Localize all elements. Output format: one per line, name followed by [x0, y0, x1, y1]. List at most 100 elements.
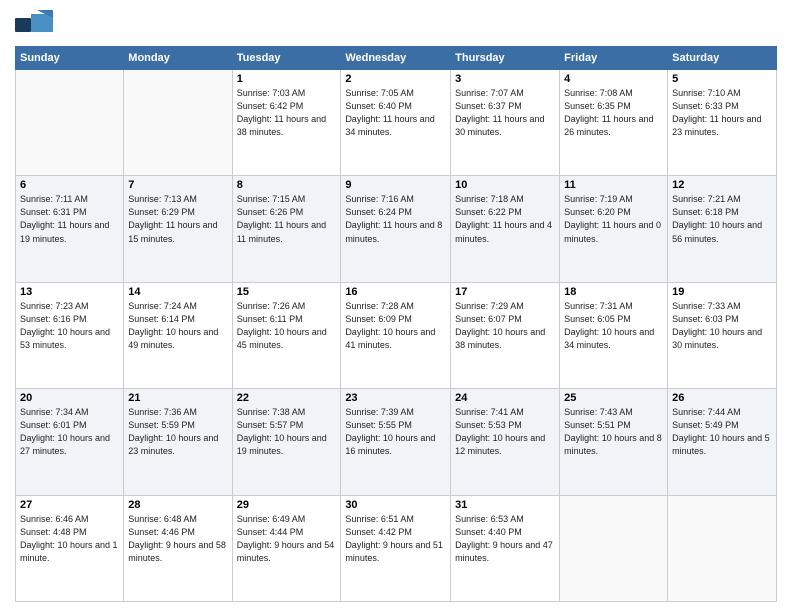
day-number: 13: [20, 286, 119, 298]
day-info: Sunrise: 6:53 AM Sunset: 4:40 PM Dayligh…: [455, 513, 555, 565]
calendar-cell: 9 Sunrise: 7:16 AM Sunset: 6:24 PM Daylig…: [341, 176, 451, 282]
calendar-cell: 8Sunrise: 7:15 AM Sunset: 6:26 PM Daylig…: [232, 176, 341, 282]
day-number: 17: [455, 286, 555, 298]
day-info: Sunrise: 7:19 AM Sunset: 6:20 PM Dayligh…: [564, 193, 663, 245]
day-number: 3: [455, 73, 555, 85]
day-number: 7: [128, 179, 227, 191]
calendar-cell: 13 Sunrise: 7:23 AM Sunset: 6:16 PM Dayli…: [16, 282, 124, 388]
day-info: Sunrise: 6:49 AM Sunset: 4:44 PM Dayligh…: [237, 513, 337, 565]
calendar-cell: 27Sunrise: 6:46 AM Sunset: 4:48 PM Dayli…: [16, 495, 124, 601]
day-number: 9: [345, 179, 446, 191]
calendar-cell: [668, 495, 777, 601]
day-number: 18: [564, 286, 663, 298]
day-info: Sunrise: 6:51 AM Sunset: 4:42 PM Dayligh…: [345, 513, 446, 565]
day-number: 5: [672, 73, 772, 85]
calendar-week-row: 6 Sunrise: 7:11 AM Sunset: 6:31 PM Daylig…: [16, 176, 777, 282]
calendar-day-header: Thursday: [451, 47, 560, 70]
calendar-cell: 15 Sunrise: 7:26 AM Sunset: 6:11 PM Dayli…: [232, 282, 341, 388]
calendar-cell: [124, 70, 232, 176]
day-info: Sunrise: 7:43 AM Sunset: 5:51 PM Dayligh…: [564, 406, 663, 458]
calendar-cell: 1Sunrise: 7:03 AM Sunset: 6:42 PM Daylig…: [232, 70, 341, 176]
day-number: 6: [20, 179, 119, 191]
day-info: Sunrise: 7:41 AM Sunset: 5:53 PM Dayligh…: [455, 406, 555, 458]
calendar-cell: 18Sunrise: 7:31 AM Sunset: 6:05 PM Dayli…: [560, 282, 668, 388]
calendar-day-header: Friday: [560, 47, 668, 70]
day-info: Sunrise: 7:18 AM Sunset: 6:22 PM Dayligh…: [455, 193, 555, 245]
day-info: Sunrise: 7:05 AM Sunset: 6:40 PM Dayligh…: [345, 87, 446, 139]
day-number: 24: [455, 392, 555, 404]
day-number: 2: [345, 73, 446, 85]
calendar-cell: 7 Sunrise: 7:13 AM Sunset: 6:29 PM Daylig…: [124, 176, 232, 282]
calendar-cell: 5 Sunrise: 7:10 AM Sunset: 6:33 PM Daylig…: [668, 70, 777, 176]
calendar-cell: 10 Sunrise: 7:18 AM Sunset: 6:22 PM Dayli…: [451, 176, 560, 282]
day-number: 20: [20, 392, 119, 404]
day-info: Sunrise: 7:21 AM Sunset: 6:18 PM Dayligh…: [672, 193, 772, 245]
day-number: 19: [672, 286, 772, 298]
calendar-cell: 2 Sunrise: 7:05 AM Sunset: 6:40 PM Daylig…: [341, 70, 451, 176]
day-info: Sunrise: 6:46 AM Sunset: 4:48 PM Dayligh…: [20, 513, 119, 565]
day-number: 25: [564, 392, 663, 404]
calendar-cell: 30 Sunrise: 6:51 AM Sunset: 4:42 PM Dayli…: [341, 495, 451, 601]
day-number: 26: [672, 392, 772, 404]
calendar-cell: 17 Sunrise: 7:29 AM Sunset: 6:07 PM Dayli…: [451, 282, 560, 388]
calendar-day-header: Wednesday: [341, 47, 451, 70]
calendar-cell: 22 Sunrise: 7:38 AM Sunset: 5:57 PM Dayli…: [232, 389, 341, 495]
day-info: Sunrise: 6:48 AM Sunset: 4:46 PM Dayligh…: [128, 513, 227, 565]
calendar-week-row: 1Sunrise: 7:03 AM Sunset: 6:42 PM Daylig…: [16, 70, 777, 176]
calendar-cell: 11 Sunrise: 7:19 AM Sunset: 6:20 PM Dayli…: [560, 176, 668, 282]
page: SundayMondayTuesdayWednesdayThursdayFrid…: [0, 0, 792, 612]
calendar-cell: 21Sunrise: 7:36 AM Sunset: 5:59 PM Dayli…: [124, 389, 232, 495]
calendar-cell: 14 Sunrise: 7:24 AM Sunset: 6:14 PM Dayli…: [124, 282, 232, 388]
day-number: 11: [564, 179, 663, 191]
day-info: Sunrise: 7:07 AM Sunset: 6:37 PM Dayligh…: [455, 87, 555, 139]
calendar-week-row: 27Sunrise: 6:46 AM Sunset: 4:48 PM Dayli…: [16, 495, 777, 601]
day-info: Sunrise: 7:34 AM Sunset: 6:01 PM Dayligh…: [20, 406, 119, 458]
calendar-header-row: SundayMondayTuesdayWednesdayThursdayFrid…: [16, 47, 777, 70]
day-info: Sunrise: 7:28 AM Sunset: 6:09 PM Dayligh…: [345, 300, 446, 352]
day-number: 22: [237, 392, 337, 404]
day-info: Sunrise: 7:38 AM Sunset: 5:57 PM Dayligh…: [237, 406, 337, 458]
calendar-cell: 12 Sunrise: 7:21 AM Sunset: 6:18 PM Dayli…: [668, 176, 777, 282]
day-number: 30: [345, 499, 446, 511]
calendar-table: SundayMondayTuesdayWednesdayThursdayFrid…: [15, 46, 777, 602]
day-info: Sunrise: 7:33 AM Sunset: 6:03 PM Dayligh…: [672, 300, 772, 352]
calendar-cell: 16Sunrise: 7:28 AM Sunset: 6:09 PM Dayli…: [341, 282, 451, 388]
logo-icon: [15, 10, 53, 40]
day-number: 10: [455, 179, 555, 191]
calendar-cell: 31 Sunrise: 6:53 AM Sunset: 4:40 PM Dayli…: [451, 495, 560, 601]
calendar-cell: 23Sunrise: 7:39 AM Sunset: 5:55 PM Dayli…: [341, 389, 451, 495]
calendar-day-header: Monday: [124, 47, 232, 70]
calendar-day-header: Tuesday: [232, 47, 341, 70]
calendar-cell: 24 Sunrise: 7:41 AM Sunset: 5:53 PM Dayli…: [451, 389, 560, 495]
day-info: Sunrise: 7:26 AM Sunset: 6:11 PM Dayligh…: [237, 300, 337, 352]
day-number: 14: [128, 286, 227, 298]
calendar-day-header: Saturday: [668, 47, 777, 70]
day-info: Sunrise: 7:29 AM Sunset: 6:07 PM Dayligh…: [455, 300, 555, 352]
calendar-cell: [560, 495, 668, 601]
day-number: 23: [345, 392, 446, 404]
calendar-cell: 6 Sunrise: 7:11 AM Sunset: 6:31 PM Daylig…: [16, 176, 124, 282]
day-info: Sunrise: 7:23 AM Sunset: 6:16 PM Dayligh…: [20, 300, 119, 352]
calendar-cell: 20 Sunrise: 7:34 AM Sunset: 6:01 PM Dayli…: [16, 389, 124, 495]
day-info: Sunrise: 7:16 AM Sunset: 6:24 PM Dayligh…: [345, 193, 446, 245]
day-info: Sunrise: 7:11 AM Sunset: 6:31 PM Dayligh…: [20, 193, 119, 245]
calendar-day-header: Sunday: [16, 47, 124, 70]
day-number: 12: [672, 179, 772, 191]
header: [15, 10, 777, 40]
day-number: 15: [237, 286, 337, 298]
day-info: Sunrise: 7:24 AM Sunset: 6:14 PM Dayligh…: [128, 300, 227, 352]
logo: [15, 10, 57, 40]
day-number: 29: [237, 499, 337, 511]
calendar-cell: 28 Sunrise: 6:48 AM Sunset: 4:46 PM Dayli…: [124, 495, 232, 601]
day-info: Sunrise: 7:08 AM Sunset: 6:35 PM Dayligh…: [564, 87, 663, 139]
day-info: Sunrise: 7:13 AM Sunset: 6:29 PM Dayligh…: [128, 193, 227, 245]
calendar-cell: 19 Sunrise: 7:33 AM Sunset: 6:03 PM Dayli…: [668, 282, 777, 388]
calendar-cell: [16, 70, 124, 176]
calendar-cell: 26 Sunrise: 7:44 AM Sunset: 5:49 PM Dayli…: [668, 389, 777, 495]
day-info: Sunrise: 7:15 AM Sunset: 6:26 PM Dayligh…: [237, 193, 337, 245]
day-info: Sunrise: 7:10 AM Sunset: 6:33 PM Dayligh…: [672, 87, 772, 139]
day-number: 28: [128, 499, 227, 511]
day-number: 31: [455, 499, 555, 511]
calendar-cell: 3 Sunrise: 7:07 AM Sunset: 6:37 PM Daylig…: [451, 70, 560, 176]
day-info: Sunrise: 7:44 AM Sunset: 5:49 PM Dayligh…: [672, 406, 772, 458]
